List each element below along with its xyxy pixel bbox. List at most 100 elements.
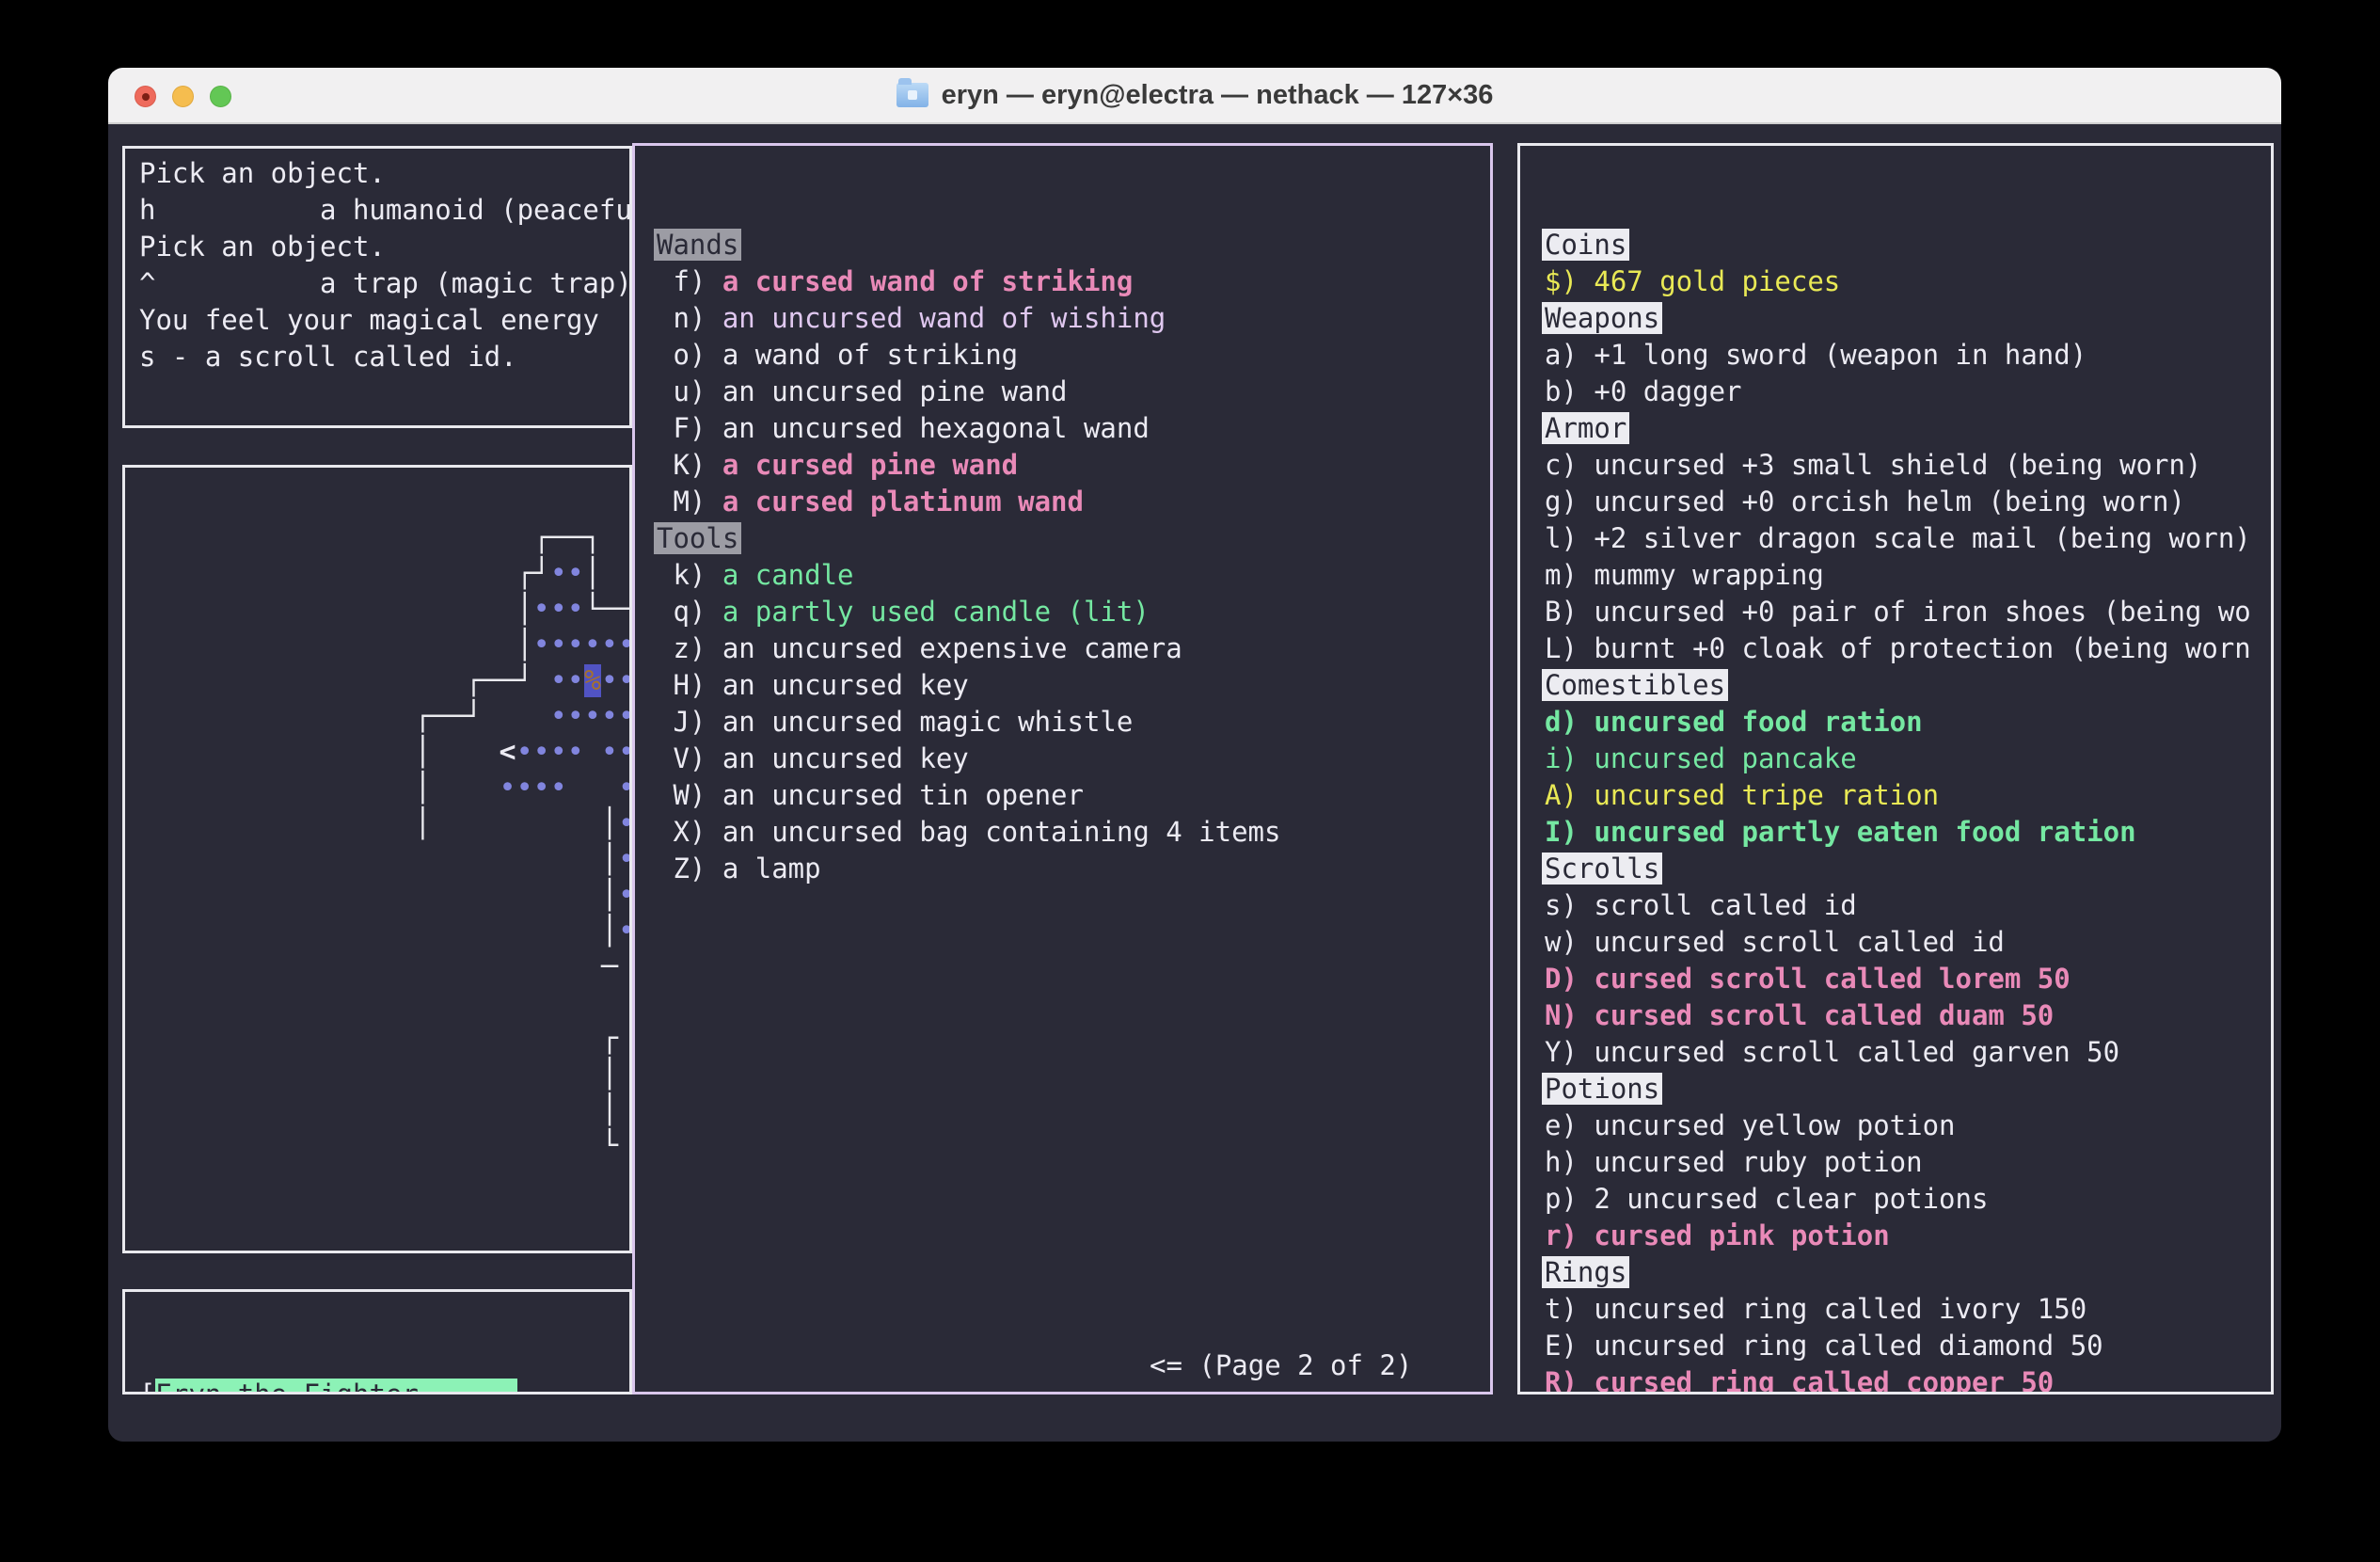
floor-dot: • bbox=[550, 772, 567, 805]
map-space bbox=[533, 843, 550, 876]
floor-dot: • bbox=[584, 629, 601, 661]
map-space bbox=[431, 1022, 448, 1055]
section-header-label: Weapons bbox=[1542, 302, 1662, 334]
map-panel: ┌──┐ ┌┘••│ │•••└── │•••••• ┌──┘ ••%•• ┌─… bbox=[122, 465, 632, 1253]
map-space bbox=[465, 521, 482, 554]
map-space bbox=[465, 843, 482, 876]
map-space bbox=[516, 1022, 533, 1055]
map-space bbox=[482, 521, 499, 554]
item-label: a partly used candle (lit) bbox=[722, 596, 1150, 628]
map-space bbox=[397, 700, 414, 733]
item-key: f) bbox=[657, 265, 722, 297]
map-space bbox=[500, 1058, 516, 1091]
item-label: g) uncursed +0 orcish helm (being worn) bbox=[1545, 486, 2185, 518]
map-space bbox=[363, 557, 380, 590]
map-space bbox=[448, 772, 465, 805]
map-space bbox=[482, 879, 499, 912]
item-label: an uncursed hexagonal wand bbox=[722, 412, 1150, 444]
map-space bbox=[500, 1022, 516, 1055]
map-space bbox=[363, 915, 380, 948]
item-label: a lamp bbox=[722, 853, 821, 885]
map-space bbox=[363, 736, 380, 769]
item-key: K) bbox=[657, 449, 722, 481]
map-space bbox=[363, 664, 380, 697]
map-space bbox=[584, 1093, 601, 1126]
zoom-button[interactable] bbox=[210, 86, 231, 107]
map-space bbox=[414, 950, 431, 983]
map-space bbox=[465, 593, 482, 626]
window-title-text: eryn — eryn@electra — nethack — 127×36 bbox=[942, 80, 1494, 111]
map-space bbox=[363, 772, 380, 805]
map-space bbox=[482, 629, 499, 661]
map-space bbox=[431, 915, 448, 948]
map-space bbox=[431, 1093, 448, 1126]
item-label: m) mummy wrapping bbox=[1545, 559, 1824, 591]
floor-dot: • bbox=[618, 629, 632, 661]
map-space bbox=[414, 1058, 431, 1091]
map-space bbox=[380, 700, 397, 733]
floor-dot: • bbox=[618, 915, 632, 948]
message-line: You feel your magical energy bbox=[139, 302, 629, 339]
map-wall: ─ bbox=[618, 593, 632, 626]
inventory-item: i) uncursed pancake bbox=[1545, 741, 2271, 777]
item-label: l) +2 silver dragon scale mail (being wo… bbox=[1545, 522, 2251, 554]
map-space bbox=[431, 736, 448, 769]
map-space bbox=[431, 1058, 448, 1091]
floor-dot: • bbox=[516, 772, 533, 805]
menu-item: Z) a lamp bbox=[657, 851, 1490, 887]
map-space bbox=[550, 807, 567, 840]
map-row: ┌──┘ ••••• bbox=[363, 699, 632, 735]
map-space bbox=[533, 950, 550, 983]
status-panel: [Eryn the Fighter Dlvl:9 $:467 HP:40(56)… bbox=[122, 1289, 632, 1395]
map-space bbox=[431, 629, 448, 661]
inventory-item-section-header: Potions bbox=[1545, 1071, 2271, 1108]
item-label: a cursed wand of striking bbox=[722, 265, 1134, 297]
map-space bbox=[448, 915, 465, 948]
menu-page-indicator: <= (Page 2 of 2) bbox=[1150, 1347, 1412, 1384]
item-label: D) cursed scroll called lorem 50 bbox=[1545, 963, 2071, 995]
floor-dot: • bbox=[567, 736, 584, 769]
map-space bbox=[533, 879, 550, 912]
map-space bbox=[465, 557, 482, 590]
map-space bbox=[448, 1058, 465, 1091]
inventory-lines: Coins$) 467 gold piecesWeaponsa) +1 long… bbox=[1545, 227, 2271, 1395]
map-space bbox=[465, 879, 482, 912]
title-bar[interactable]: eryn — eryn@electra — nethack — 127×36 bbox=[108, 68, 2281, 124]
map-space bbox=[380, 879, 397, 912]
menu-item-section-header: Tools bbox=[657, 520, 1490, 557]
inventory-item: B) uncursed +0 pair of iron shoes (being… bbox=[1545, 594, 2271, 630]
map-space bbox=[465, 1022, 482, 1055]
map-space bbox=[380, 593, 397, 626]
map-wall: │ bbox=[601, 1058, 618, 1091]
close-button[interactable] bbox=[135, 86, 156, 107]
map-wall: ┘ bbox=[465, 700, 482, 733]
map-space bbox=[533, 807, 550, 840]
inventory-item: m) mummy wrapping bbox=[1545, 557, 2271, 594]
minimize-button[interactable] bbox=[172, 86, 194, 107]
map-space bbox=[465, 772, 482, 805]
item-label: h) uncursed ruby potion bbox=[1545, 1146, 1923, 1178]
map-space bbox=[431, 593, 448, 626]
item-label: p) 2 uncursed clear potions bbox=[1545, 1183, 1988, 1215]
map-space bbox=[465, 915, 482, 948]
inventory-item: p) 2 uncursed clear potions bbox=[1545, 1181, 2271, 1218]
map-space bbox=[465, 807, 482, 840]
map-space bbox=[482, 1129, 499, 1162]
floor-dot: • bbox=[550, 736, 567, 769]
floor-dot: • bbox=[550, 664, 567, 697]
section-header-label: Wands bbox=[654, 229, 741, 261]
floor-dot: • bbox=[618, 736, 632, 769]
section-header-label: Rings bbox=[1542, 1256, 1629, 1288]
inventory-item: A) uncursed tripe ration bbox=[1545, 777, 2271, 814]
map-wall: ─ bbox=[431, 700, 448, 733]
map-space bbox=[500, 807, 516, 840]
menu-item: f) a cursed wand of striking bbox=[657, 263, 1490, 300]
floor-dot: • bbox=[601, 664, 618, 697]
map-space bbox=[567, 1058, 584, 1091]
map-row: │•••••• bbox=[363, 628, 632, 663]
item-key: Z) bbox=[657, 853, 722, 885]
floor-dot: • bbox=[567, 593, 584, 626]
inventory-panel: Coins$) 467 gold piecesWeaponsa) +1 long… bbox=[1517, 143, 2274, 1395]
section-header-label: Potions bbox=[1542, 1073, 1662, 1105]
item-label: r) cursed pink potion bbox=[1545, 1219, 1890, 1251]
